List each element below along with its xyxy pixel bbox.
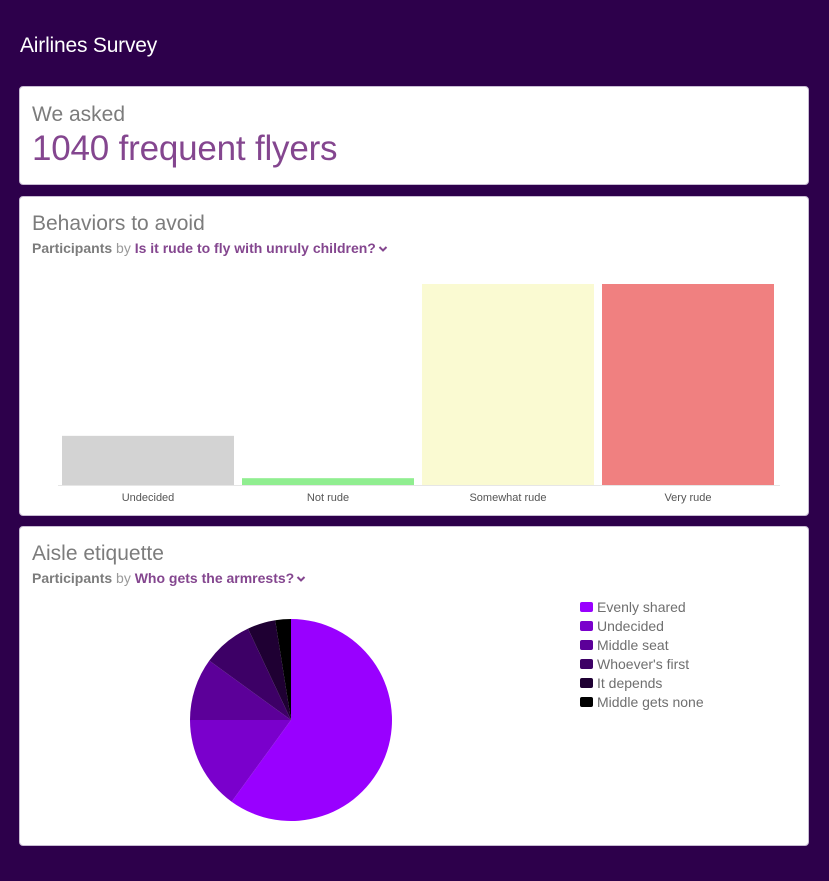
bar-undecided[interactable] [62,435,234,485]
legend-label: It depends [597,674,663,691]
x-tick-label: Very rude [664,492,711,504]
legend-label: Middle seat [597,636,669,653]
behaviors-card: Behaviors to avoid Participants by Is it… [19,196,809,516]
legend-label: Evenly shared [597,598,686,615]
legend-item[interactable]: It depends [580,673,704,692]
x-tick-label: Not rude [307,492,349,504]
legend-item[interactable]: Evenly shared [580,597,704,616]
app-title: Airlines Survey [20,34,158,57]
aisle-pie-chart [190,619,392,821]
legend-label: Middle gets none [597,693,704,710]
behaviors-bar-chart: Undecided Not rude Somewhat rude Very rude [58,284,780,504]
legend-label: Undecided [597,617,664,634]
legend-item[interactable]: Middle gets none [580,692,704,711]
summary-card: We asked 1040 frequent flyers [19,86,809,185]
x-tick-label: Undecided [122,492,175,504]
legend-swatch [580,677,593,688]
legend-label: Whoever's first [597,655,690,672]
legend-item[interactable]: Whoever's first [580,654,704,673]
aisle-legend: Evenly shared Undecided Middle seat Whoever… [580,597,704,711]
x-tick-label: Somewhat rude [469,492,546,504]
aisle-card: Aisle etiquette Participants by Who gets… [19,526,809,846]
summary-value: 1040 frequent flyers [32,129,338,168]
summary-label: We asked [32,103,125,126]
legend-item[interactable]: Undecided [580,616,704,635]
bar-somewhat-rude[interactable] [422,284,594,485]
legend-swatch [580,658,593,669]
legend-swatch [580,601,593,612]
legend-item[interactable]: Middle seat [580,635,704,654]
legend-swatch [580,620,593,631]
legend-swatch [580,696,593,707]
bar-very-rude[interactable] [602,284,774,485]
bar-not-rude[interactable] [242,478,414,485]
legend-swatch [580,639,593,650]
